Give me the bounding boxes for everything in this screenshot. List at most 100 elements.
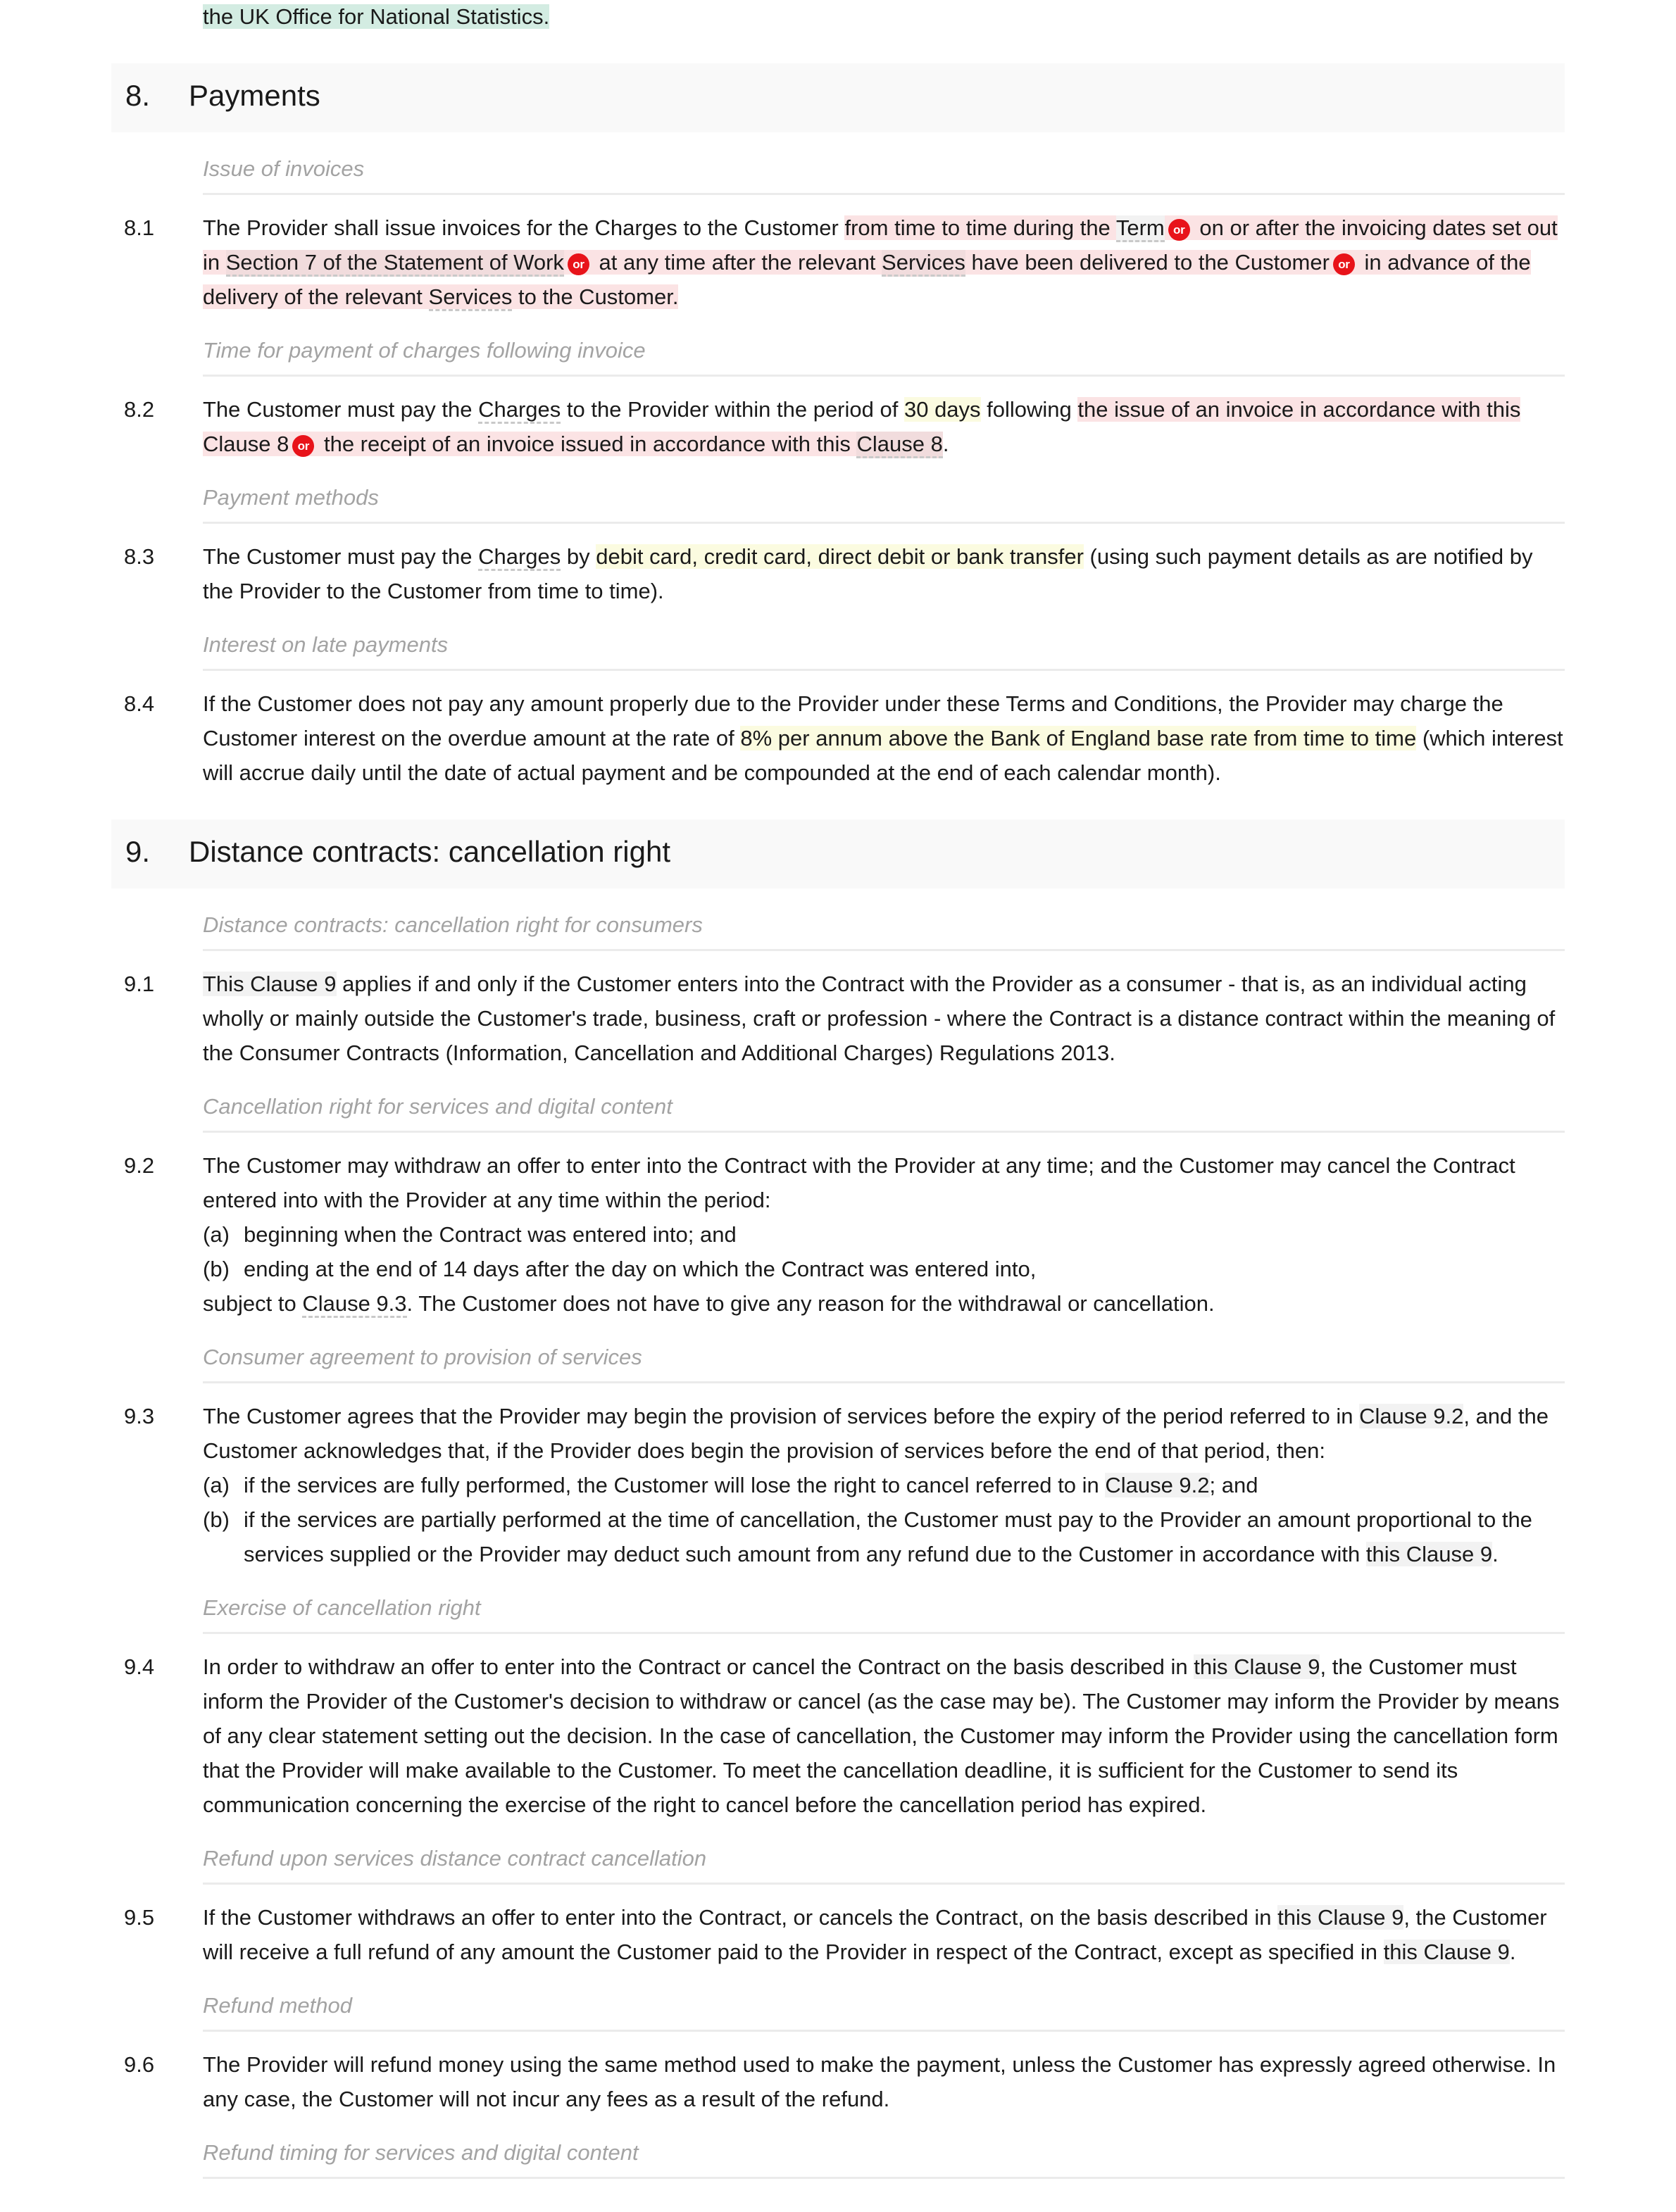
xref-this-clause-9[interactable]: this Clause 9 <box>1194 1654 1320 1679</box>
document-page: the UK Office for National Statistics. 8… <box>0 0 1676 2212</box>
clause-text: The Customer agrees that the Provider ma… <box>203 1399 1565 1571</box>
subheading-cancellation-right-services: Cancellation right for services and digi… <box>203 1094 673 1119</box>
clause-9-1: 9.1 This Clause 9 applies if and only if… <box>111 967 1565 1070</box>
clause-8-1-seg-2: from time to time during the <box>844 215 1116 240</box>
clause-text: The Customer must pay the Charges to the… <box>203 392 1565 461</box>
subheading-rule <box>203 1883 1565 1885</box>
subheading-refund-upon-cancellation-wrap: Refund upon services distance contract c… <box>203 1843 1565 1885</box>
xref-charges[interactable]: Charges <box>478 397 561 424</box>
subheading-refund-method: Refund method <box>203 1993 352 2018</box>
or-chip-icon[interactable]: or <box>1168 219 1190 241</box>
clause-8-2: 8.2 The Customer must pay the Charges to… <box>111 392 1565 461</box>
clause-number: 9.6 <box>124 2052 155 2077</box>
subheading-consumer-agreement-wrap: Consumer agreement to provision of servi… <box>203 1342 1565 1383</box>
clause-9-4: 9.4 In order to withdraw an offer to ent… <box>111 1649 1565 1822</box>
subheading-rule <box>203 2177 1565 2179</box>
clause-8-2-seg-7: the receipt of an invoice issued in acco… <box>318 432 857 456</box>
clause-9-2: 9.2 The Customer may withdraw an offer t… <box>111 1148 1565 1321</box>
clause-9-3: 9.3 The Customer agrees that the Provide… <box>111 1399 1565 1571</box>
clause-9-5-seg-5: . <box>1509 1940 1516 1964</box>
subheading-payment-methods-wrap: Payment methods <box>203 482 1565 524</box>
section-title: Payments <box>189 79 320 112</box>
subheading-payment-methods: Payment methods <box>203 485 379 510</box>
subheading-rule <box>203 522 1565 524</box>
section-heading-8: 8. Payments <box>111 63 1565 132</box>
subheading-rule <box>203 669 1565 671</box>
subheading-rule <box>203 193 1565 195</box>
xref-this-clause-9[interactable]: this Clause 9 <box>1277 1905 1404 1930</box>
subheading-cancellation-right-services-wrap: Cancellation right for services and digi… <box>203 1091 1565 1133</box>
clause-9-3-seg-1: The Customer agrees that the Provider ma… <box>203 1404 1360 1428</box>
clause-text: The Provider will refund money using the… <box>203 2047 1565 2116</box>
clause-8-2-seg-1: The Customer must pay the <box>203 397 479 422</box>
continuation-highlight: the UK Office for National Statistics. <box>203 4 550 29</box>
clause-number: 9.1 <box>124 972 155 996</box>
list-item: (a) beginning when the Contract was enter… <box>203 1217 1565 1252</box>
clause-9-6-seg-1: The Provider will refund money using the… <box>203 2052 1556 2111</box>
xref-clause-8[interactable]: Clause 8 <box>856 432 943 458</box>
clause-8-2-seg-5: following <box>980 397 1078 422</box>
continuation-line: the UK Office for National Statistics. <box>0 0 1676 34</box>
xref-this-clause-9[interactable]: this Clause 9 <box>1365 1542 1493 1566</box>
clause-text: If the Customer does not pay any amount … <box>203 686 1565 790</box>
clause-number: 9.3 <box>124 1404 155 1428</box>
subheading-issue-of-invoices: Issue of invoices <box>203 156 365 181</box>
or-chip-icon[interactable]: or <box>567 253 589 275</box>
subheading-distance-contracts-consumers: Distance contracts: cancellation right f… <box>203 912 703 937</box>
subheading-refund-timing-wrap: Refund timing for services and digital c… <box>203 2137 1565 2179</box>
xref-this-clause-9[interactable]: This Clause 9 <box>203 972 337 996</box>
clause-number: 9.5 <box>124 1905 155 1930</box>
clause-8-1: 8.1 The Provider shall issue invoices fo… <box>111 210 1565 314</box>
xref-term[interactable]: Term <box>1115 215 1165 242</box>
xref-charges[interactable]: Charges <box>478 544 561 571</box>
subheading-exercise-cancellation: Exercise of cancellation right <box>203 1595 481 1620</box>
list-item: (a) if the services are fully performed, … <box>203 1468 1565 1502</box>
subheading-rule <box>203 1131 1565 1133</box>
subheading-time-for-payment: Time for payment of charges following in… <box>203 338 646 363</box>
variable-payment-methods[interactable]: debit card, credit card, direct debit or… <box>596 544 1084 569</box>
xref-services-2[interactable]: Services <box>428 284 513 311</box>
or-chip-icon[interactable]: or <box>292 435 315 457</box>
list-item-text: ending at the end of 14 days after the d… <box>244 1257 1037 1281</box>
list-marker: (b) <box>203 1257 230 1281</box>
clause-9-2-sublist: (a) beginning when the Contract was enter… <box>203 1217 1565 1286</box>
xref-this-clause-9[interactable]: this Clause 9 <box>1383 1940 1510 1964</box>
clause-9-6: 9.6 The Provider will refund money using… <box>111 2047 1565 2116</box>
clause-9-4-seg-1: In order to withdraw an offer to enter i… <box>203 1654 1194 1679</box>
clause-9-3-intro: The Customer agrees that the Provider ma… <box>203 1399 1565 1468</box>
clause-9-5-seg-1: If the Customer withdraws an offer to en… <box>203 1905 1278 1930</box>
xref-services[interactable]: Services <box>882 250 965 277</box>
list-item: (b) if the services are partially perform… <box>203 1502 1565 1571</box>
clause-number: 8.1 <box>124 215 155 240</box>
clause-9-1-seg-2: applies if and only if the Customer ente… <box>203 972 1556 1065</box>
clause-8-4: 8.4 If the Customer does not pay any amo… <box>111 686 1565 790</box>
clause-9-2-tail: subject to Clause 9.3. The Customer does… <box>203 1286 1565 1321</box>
variable-interest-rate[interactable]: 8% per annum above the Bank of England b… <box>740 726 1417 750</box>
clause-number: 9.2 <box>124 1153 155 1178</box>
clause-9-2-tail-seg-1: subject to <box>203 1291 303 1316</box>
clause-9-3-sublist: (a) if the services are fully performed, … <box>203 1468 1565 1571</box>
clause-text: The Provider shall issue invoices for th… <box>203 210 1565 314</box>
clause-number: 8.4 <box>124 691 155 716</box>
section-number: 8. <box>125 79 151 112</box>
list-item-text: beginning when the Contract was entered … <box>244 1222 737 1247</box>
clause-text: In order to withdraw an offer to enter i… <box>203 1649 1565 1822</box>
list-item-text: if the services are partially performed … <box>244 1502 1565 1571</box>
subheading-distance-contracts-consumers-wrap: Distance contracts: cancellation right f… <box>203 910 1565 951</box>
xref-clause-9-2[interactable]: Clause 9.2 <box>1359 1404 1464 1428</box>
clause-text: This Clause 9 applies if and only if the… <box>203 967 1565 1070</box>
section-number: 9. <box>125 835 151 868</box>
xref-clause-9-3[interactable]: Clause 9.3 <box>302 1291 407 1318</box>
subheading-rule <box>203 949 1565 951</box>
clause-8-3-seg-1: The Customer must pay the <box>203 544 479 569</box>
xref-clause-9-2[interactable]: Clause 9.2 <box>1105 1473 1210 1497</box>
list-marker: (a) <box>203 1473 230 1497</box>
clause-text: The Customer may withdraw an offer to en… <box>203 1148 1565 1321</box>
variable-30-days[interactable]: 30 days <box>903 397 981 422</box>
subheading-time-for-payment-wrap: Time for payment of charges following in… <box>203 335 1565 377</box>
or-chip-icon[interactable]: or <box>1332 253 1355 275</box>
clause-9-5: 9.5 If the Customer withdraws an offer t… <box>111 1900 1565 1969</box>
clause-number: 8.2 <box>124 397 155 422</box>
xref-section-7-statement-of-work[interactable]: Section 7 of the Statement of Work <box>225 250 564 277</box>
clause-8-3-seg-3: by <box>561 544 596 569</box>
